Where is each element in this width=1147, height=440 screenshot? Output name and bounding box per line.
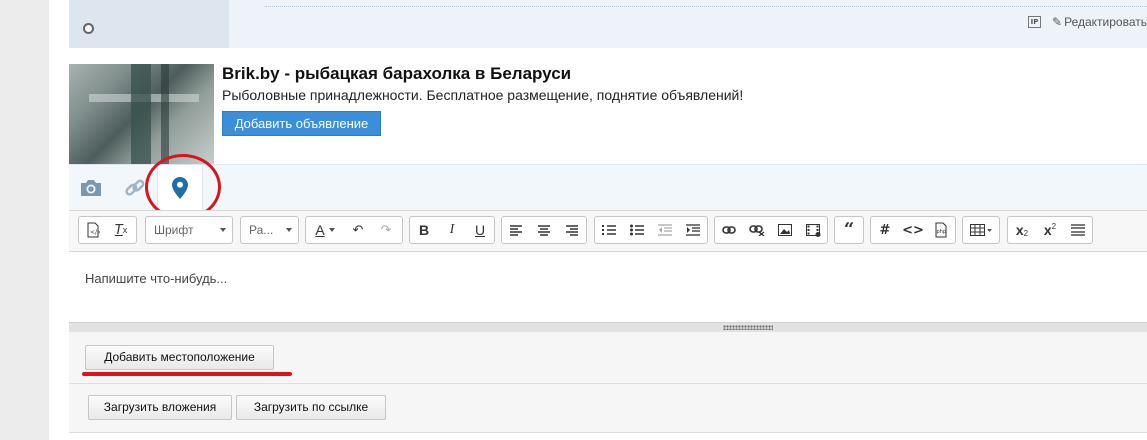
toolbar-group-text-style: B I U [409,216,495,244]
ad-title[interactable]: Brik.by - рыбацкая барахолка в Беларуси [222,64,571,84]
text-color-label: A [315,222,325,238]
toolbar-group-color-undo: A ↶ ↷ [305,216,403,244]
code-label: <> [902,222,924,238]
horizontal-rule-icon[interactable] [1064,217,1092,243]
superscript-icon[interactable]: x2 [1036,217,1064,243]
hashtag-label: # [879,222,891,238]
editor-toolbar: </> Tx Шрифт Ра... A ↶ ↷ B I U “ # <> ph… [69,210,1147,252]
font-select[interactable]: Шрифт [145,216,233,244]
message-editor[interactable]: Напишите что-нибудь... [69,252,1147,322]
undo-icon[interactable]: ↶ [344,217,372,243]
hashtag-icon[interactable]: # [871,217,899,243]
font-select-value: Шрифт [154,223,194,237]
edit-label: Редактировать [1064,15,1147,29]
camera-icon [81,180,101,196]
editor-placeholder: Напишите что-нибудь... [85,271,228,286]
media-icon[interactable] [799,217,827,243]
toolbar-group-align [501,216,587,244]
upload-attachments-button[interactable]: Загрузить вложения [88,395,232,420]
source-icon[interactable]: </> [79,217,107,243]
align-center-icon[interactable] [530,217,558,243]
toolbar-group-insert [714,216,828,244]
toolbar-group-script: x2 x2 [1007,216,1093,244]
editor-tabs [69,164,1147,211]
toolbar-group-code: # <> php [870,216,956,244]
location-section: Добавить местоположение [69,332,1147,384]
pencil-icon: ✎ [1052,15,1063,29]
link-icon[interactable] [715,217,743,243]
svg-text:php: php [937,229,947,235]
resize-handle-icon[interactable] [723,325,773,330]
bold-icon[interactable]: B [410,217,438,243]
numbered-list-icon[interactable] [595,217,623,243]
text-color-icon[interactable]: A [306,217,344,243]
align-right-icon[interactable] [558,217,586,243]
bold-label: B [418,222,430,238]
toolbar-group-source: </> Tx [78,216,137,244]
online-status-icon [83,23,94,34]
add-location-button[interactable]: Добавить местоположение [85,345,274,370]
toolbar-group-quote: “ [834,216,864,244]
previous-post-footer: IP ✎ Редактировать [69,0,1147,48]
redo-icon[interactable]: ↷ [372,217,400,243]
size-select[interactable]: Ра... [240,216,299,244]
code-icon[interactable]: <> [899,217,927,243]
quote-icon[interactable]: “ [835,217,863,243]
upload-by-link-button[interactable]: Загрузить по ссылке [236,395,386,420]
underline-icon[interactable]: U [466,217,494,243]
chevron-down-icon [220,228,226,232]
unlink-icon[interactable] [743,217,771,243]
post-divider [265,6,1147,7]
underline-label: U [474,222,486,238]
edit-link[interactable]: ✎ Редактировать [1052,15,1147,29]
svg-text:</>: </> [90,229,100,236]
indent-icon[interactable] [679,217,707,243]
outdent-icon[interactable] [651,217,679,243]
php-icon[interactable]: php [927,217,955,243]
italic-icon[interactable]: I [438,217,466,243]
ad-description: Рыболовные принадлежности. Бесплатное ра… [222,87,744,103]
ad-image[interactable] [69,64,214,164]
highlight-underline [82,372,292,376]
bulleted-list-icon[interactable] [623,217,651,243]
align-left-icon[interactable] [502,217,530,243]
chevron-down-icon [286,228,292,232]
tab-photo[interactable] [69,165,113,211]
table-icon [963,217,999,243]
image-icon[interactable] [771,217,799,243]
post-author-sidebar [69,0,229,48]
remove-format-icon[interactable]: Tx [107,217,135,243]
table-button[interactable] [962,216,1000,244]
add-listing-button[interactable]: Добавить объявление [222,111,381,136]
toolbar-group-lists [594,216,708,244]
attachments-section: Загрузить вложения Загрузить по ссылке [69,384,1147,433]
italic-label: I [449,222,455,237]
ip-icon[interactable]: IP [1028,16,1041,28]
link-icon [125,179,145,196]
subscript-icon[interactable]: x2 [1008,217,1036,243]
size-select-value: Ра... [249,223,274,237]
